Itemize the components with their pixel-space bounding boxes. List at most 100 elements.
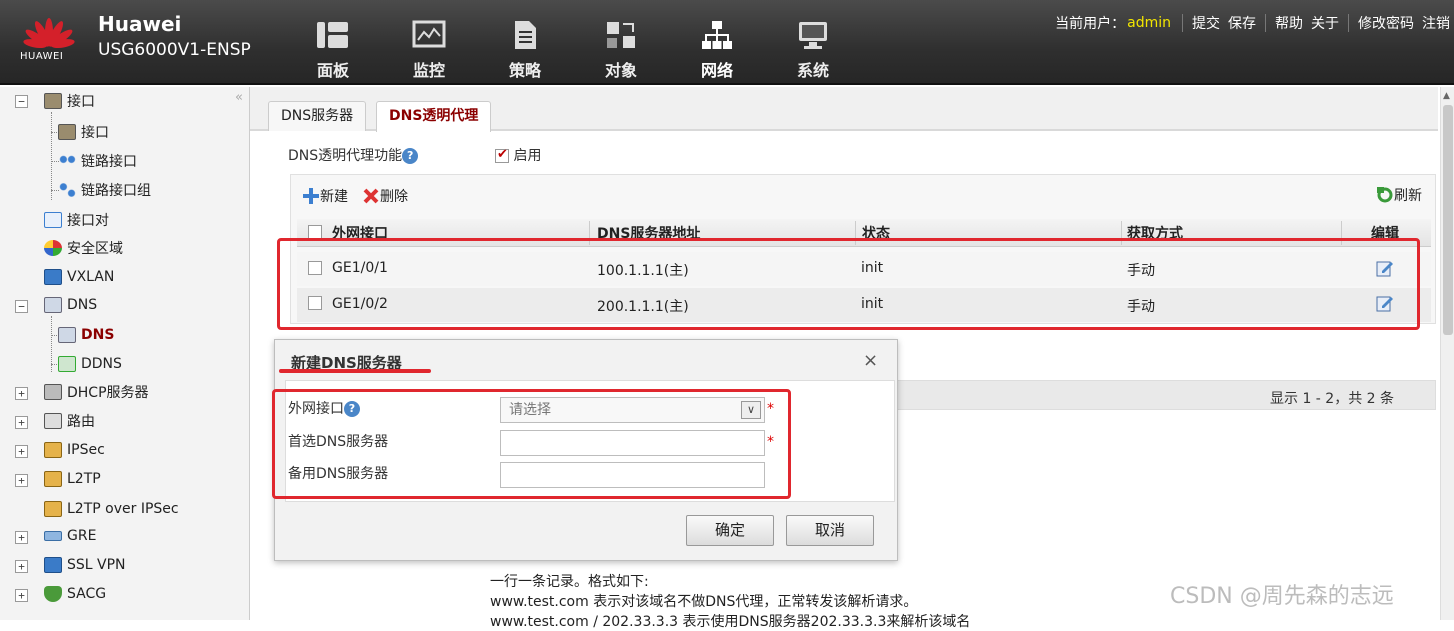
- tree-item-label: DDNS: [81, 356, 122, 372]
- tree-item-dns-group[interactable]: DNS: [44, 293, 97, 317]
- tree-item-label: DHCP服务器: [67, 385, 149, 401]
- interface-icon: [44, 93, 62, 109]
- tree-item-label: 路由: [67, 414, 95, 430]
- current-user-name: admin: [1127, 15, 1171, 31]
- tree-item-label: 接口: [67, 94, 95, 110]
- tree-item-label: DNS: [81, 327, 115, 343]
- nav-object[interactable]: 对象: [591, 20, 651, 81]
- ssl-vpn-icon: [44, 557, 62, 573]
- network-icon: [702, 21, 732, 49]
- tree-item-interface[interactable]: 接口: [44, 89, 95, 113]
- collapse-sidebar-icon[interactable]: «: [235, 90, 243, 105]
- watermark: CSDN @周先森的志远: [1170, 584, 1394, 609]
- nav-monitor[interactable]: 监控: [399, 20, 459, 81]
- object-icon: [607, 22, 635, 48]
- scroll-up-icon[interactable]: ▲: [1443, 91, 1450, 101]
- tree-item-label: 链路接口组: [81, 183, 151, 199]
- l2tp-over-ipsec-icon: [44, 501, 62, 517]
- tree-item-link-interface[interactable]: 链路接口: [58, 149, 137, 173]
- nav-policy[interactable]: 策略: [495, 20, 555, 81]
- nav-label: 面板: [316, 61, 349, 80]
- delete-button-label: 删除: [380, 189, 408, 205]
- tree-item-routing[interactable]: 路由: [44, 409, 95, 433]
- nav-label: 网络: [700, 61, 733, 80]
- tab-strip: DNS服务器 DNS透明代理: [250, 87, 1438, 132]
- expand-toggle-icon[interactable]: +: [15, 560, 28, 573]
- brand-name: Huawei: [98, 12, 182, 36]
- current-user-label: 当前用户：: [1055, 16, 1126, 32]
- expand-toggle-icon[interactable]: +: [15, 474, 28, 487]
- plus-icon: [303, 188, 319, 204]
- expand-toggle-icon[interactable]: +: [15, 387, 28, 400]
- nav-dashboard[interactable]: 面板: [303, 20, 363, 81]
- select-all-checkbox[interactable]: [308, 225, 322, 239]
- delete-button[interactable]: 删除: [362, 186, 408, 206]
- gre-icon: [44, 531, 62, 541]
- expand-toggle-icon[interactable]: +: [15, 416, 28, 429]
- enable-checkbox[interactable]: [495, 147, 510, 163]
- tree-item-label: GRE: [67, 528, 97, 544]
- interface-icon: [58, 124, 76, 140]
- tree-item-gre[interactable]: GRE: [44, 524, 96, 548]
- nav-system[interactable]: 系统: [783, 20, 843, 81]
- tree-item-label: VXLAN: [67, 269, 115, 285]
- tree-item-dhcp-server[interactable]: DHCP服务器: [44, 380, 149, 404]
- new-button[interactable]: 新建: [302, 186, 348, 206]
- tree-item-vxlan[interactable]: VXLAN: [44, 265, 114, 289]
- expand-toggle-icon[interactable]: −: [15, 95, 28, 108]
- refresh-button[interactable]: 刷新: [1376, 185, 1422, 205]
- tab-dns-server[interactable]: DNS服务器: [268, 101, 367, 131]
- tree-item-ddns[interactable]: DDNS: [58, 352, 122, 376]
- toolbar: 新建 删除: [302, 185, 422, 207]
- tree-item-label: L2TP: [67, 471, 101, 487]
- nav-label: 系统: [796, 61, 829, 80]
- dashboard-icon: [317, 22, 348, 48]
- tree-item-interface-sub[interactable]: 接口: [58, 120, 109, 144]
- submit-link[interactable]: 提交: [1192, 13, 1220, 33]
- tree-item-ssl-vpn[interactable]: SSL VPN: [44, 553, 126, 577]
- vertical-scrollbar[interactable]: ▲: [1440, 87, 1454, 620]
- tree-item-interface-pair[interactable]: 接口对: [44, 208, 109, 232]
- about-link[interactable]: 关于: [1311, 13, 1339, 33]
- l2tp-icon: [44, 471, 62, 487]
- help-link[interactable]: 帮助: [1275, 13, 1303, 33]
- enable-checkbox-label: 启用: [513, 148, 542, 164]
- pager-text: 显示 1 - 2，共 2 条: [1270, 391, 1395, 407]
- dhcp-server-icon: [44, 384, 62, 400]
- tree-item-security-zone[interactable]: 安全区域: [44, 236, 123, 260]
- cancel-button[interactable]: 取消: [786, 515, 874, 546]
- logout-link[interactable]: 注销: [1422, 13, 1450, 33]
- tree-item-ipsec[interactable]: IPSec: [44, 438, 105, 462]
- expand-toggle-icon[interactable]: +: [15, 445, 28, 458]
- dns-icon: [58, 327, 76, 343]
- tree-item-label: 安全区域: [67, 241, 123, 257]
- highlight-annotation: [277, 238, 1420, 330]
- top-bar: HUAWEI Huawei USG6000V1-ENSP 面板 监控 策略 对象…: [0, 0, 1454, 85]
- tree-item-dns-selected[interactable]: DNS: [58, 323, 114, 347]
- proxy-toggle-row: DNS透明代理功能? 启用: [288, 145, 542, 165]
- tree-item-l2tp-over-ipsec[interactable]: L2TP over IPSec: [44, 497, 179, 521]
- title-underline-annotation: [279, 369, 431, 373]
- ipsec-icon: [44, 442, 62, 458]
- tree-item-label: 链路接口: [81, 154, 137, 170]
- expand-toggle-icon[interactable]: −: [15, 300, 28, 313]
- tree-item-link-interface-group[interactable]: 链路接口组: [58, 178, 151, 202]
- link-interface-icon: [58, 153, 76, 169]
- tree-item-l2tp[interactable]: L2TP: [44, 467, 101, 491]
- scrollbar-thumb[interactable]: [1443, 105, 1453, 335]
- save-link[interactable]: 保存: [1228, 13, 1256, 33]
- tree-item-label: 接口: [81, 125, 109, 141]
- proxy-function-label: DNS透明代理功能: [288, 148, 403, 164]
- expand-toggle-icon[interactable]: +: [15, 531, 28, 544]
- ok-button[interactable]: 确定: [686, 515, 774, 546]
- device-model: USG6000V1-ENSP: [98, 40, 251, 60]
- help-icon[interactable]: ?: [402, 148, 419, 164]
- change-password-link[interactable]: 修改密码: [1358, 13, 1414, 33]
- nav-network[interactable]: 网络: [687, 20, 747, 81]
- refresh-label: 刷新: [1394, 188, 1422, 204]
- tree-item-sacg[interactable]: SACG: [44, 582, 106, 606]
- expand-toggle-icon[interactable]: +: [15, 589, 28, 602]
- link-interface-group-icon: [58, 182, 76, 198]
- close-icon[interactable]: ×: [863, 350, 878, 371]
- tab-dns-transparent-proxy[interactable]: DNS透明代理: [376, 101, 492, 132]
